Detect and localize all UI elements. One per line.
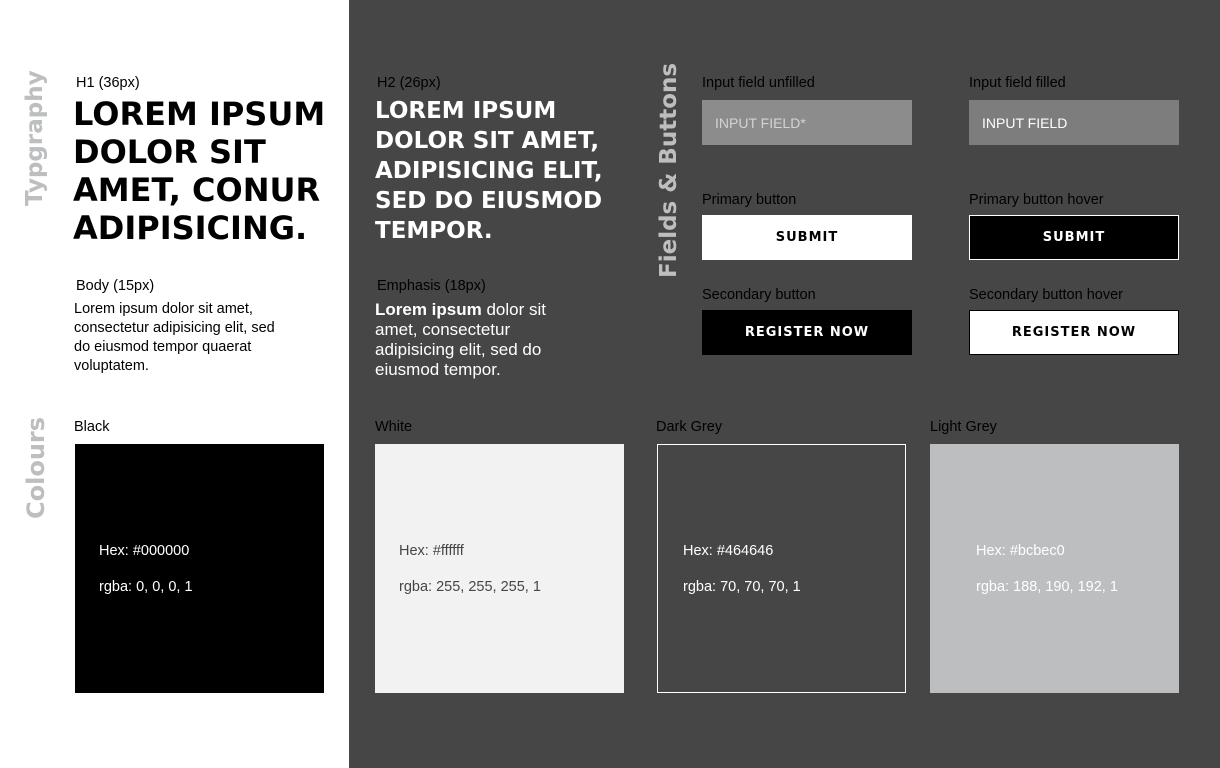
input-filled-label: Input field filled: [969, 75, 1066, 91]
secondary-register-button[interactable]: REGISTER NOW: [702, 310, 912, 355]
colour-swatch-white: Hex: #ffffff rgba: 255, 255, 255, 1: [375, 444, 624, 693]
colour-hex-light-grey: Hex: #bcbec0: [976, 543, 1065, 559]
h1-label: H1 (36px): [76, 75, 140, 91]
h1-sample: LOREM IPSUM DOLOR SIT AMET, CONUR ADIPIS…: [73, 95, 326, 247]
emphasis-sample: Lorem ipsum dolor sit amet, consectetur …: [375, 300, 585, 380]
colour-rgba-white: rgba: 255, 255, 255, 1: [399, 579, 541, 595]
secondary-button-hover-label: Secondary button hover: [969, 287, 1123, 303]
input-filled[interactable]: [969, 100, 1179, 145]
colour-hex-white: Hex: #ffffff: [399, 543, 464, 559]
h2-label: H2 (26px): [377, 75, 441, 91]
colour-rgba-dark-grey: rgba: 70, 70, 70, 1: [683, 579, 801, 595]
primary-submit-button-hover[interactable]: SUBMIT: [969, 215, 1179, 260]
colour-label-light-grey: Light Grey: [930, 419, 997, 435]
emphasis-bold: Lorem ipsum: [375, 300, 482, 319]
primary-submit-button[interactable]: SUBMIT: [702, 215, 912, 260]
colour-label-dark-grey: Dark Grey: [656, 419, 723, 435]
body-label: Body (15px): [76, 278, 155, 294]
section-title-fields-buttons: Fields & Buttons: [656, 62, 682, 278]
colour-swatch-dark-grey: Hex: #464646 rgba: 70, 70, 70, 1: [657, 444, 906, 693]
colour-label-white: White: [375, 419, 413, 435]
input-unfilled[interactable]: [702, 100, 912, 145]
section-title-colours: Colours: [22, 416, 50, 519]
input-unfilled-label: Input field unfilled: [702, 75, 815, 91]
colour-hex-dark-grey: Hex: #464646: [683, 543, 774, 559]
secondary-register-button-hover[interactable]: REGISTER NOW: [969, 310, 1179, 355]
colour-swatch-light-grey: Hex: #bcbec0 rgba: 188, 190, 192, 1: [930, 444, 1179, 693]
primary-button-hover-label: Primary button hover: [969, 192, 1104, 208]
secondary-button-label: Secondary button: [702, 287, 816, 303]
colour-rgba-light-grey: rgba: 188, 190, 192, 1: [976, 579, 1118, 595]
primary-button-label: Primary button: [702, 192, 797, 208]
h2-sample: LOREM IPSUM DOLOR SIT AMET, ADIPISICING …: [375, 98, 603, 244]
colour-rgba-black: rgba: 0, 0, 0, 1: [99, 579, 193, 595]
colour-label-black: Black: [74, 419, 110, 435]
emphasis-label: Emphasis (18px): [377, 278, 486, 294]
body-sample: Lorem ipsum dolor sit amet, consectetur …: [74, 301, 275, 374]
section-title-typography: Typgraphy: [22, 70, 48, 206]
colour-hex-black: Hex: #000000: [99, 543, 190, 559]
colour-swatch-black: Hex: #000000 rgba: 0, 0, 0, 1: [75, 444, 324, 693]
